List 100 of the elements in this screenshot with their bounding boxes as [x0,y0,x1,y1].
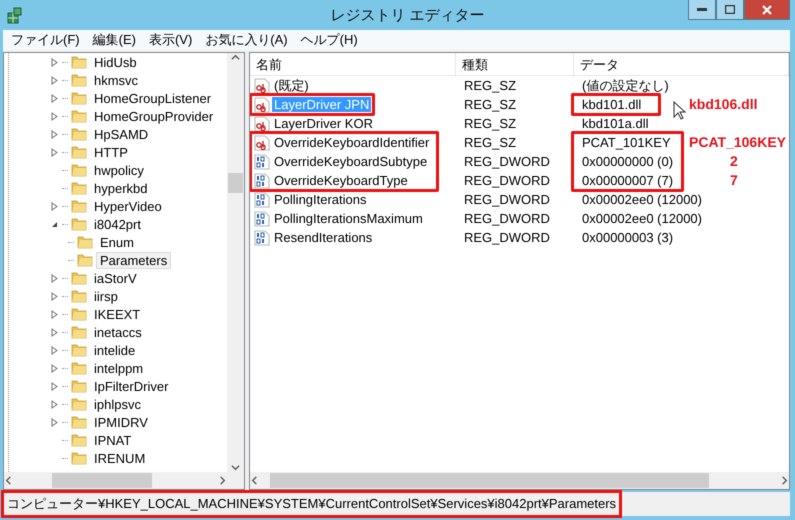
tree-item[interactable]: iphlpsvc [90,396,145,412]
horizontal-scrollbar[interactable] [4,472,227,489]
value-type: REG_SZ [464,78,516,93]
scroll-up-icon[interactable] [231,53,240,62]
value-data: (値の設定なし) [582,76,669,94]
binary-value-icon [254,230,270,246]
folder-icon [77,252,93,268]
maximize-button[interactable] [716,0,744,20]
close-button[interactable] [744,0,790,20]
folder-icon [77,234,93,250]
menu-item[interactable]: ファイル(F) [7,31,89,49]
column-header[interactable]: データ [574,53,789,77]
annotation-text: 2 [730,153,738,169]
expand-arrow-icon[interactable] [50,202,58,210]
tree-item[interactable]: hyperkbd [90,180,152,196]
tree-item[interactable]: Enum [96,234,138,250]
value-name[interactable]: OverrideKeyboardIdentifier [272,135,432,150]
value-type: REG_DWORD [464,192,550,207]
tree-item[interactable]: HTTP [90,144,132,160]
tree-item[interactable]: HomeGroupListener [90,90,216,106]
string-value-icon [254,78,270,94]
value-type: REG_DWORD [464,154,550,169]
value-type: REG_SZ [464,116,516,131]
tree-item[interactable]: inetaccs [90,324,146,340]
tree-item[interactable]: hwpolicy [90,162,148,178]
tree-item[interactable]: IKEEXT [90,306,144,322]
tree-item[interactable]: HidUsb [90,54,141,70]
column-header[interactable]: 種類 [456,53,574,77]
minimize-button[interactable] [688,0,716,20]
tree-item[interactable]: IpFilterDriver [90,378,172,394]
window-title: レジストリ エディター [330,6,485,24]
value-name[interactable]: (既定) [272,76,311,94]
tree-item[interactable]: hkmsvc [90,72,142,88]
folder-icon [71,432,87,448]
menu-item[interactable]: 表示(V) [144,31,202,49]
expand-arrow-icon[interactable] [50,112,58,120]
expand-arrow-icon[interactable] [50,364,58,372]
folder-icon [71,288,87,304]
scroll-left-icon[interactable] [4,476,13,485]
annotation-text: 7 [730,172,738,188]
tree-item[interactable]: Parameters [96,252,172,268]
expand-arrow-icon[interactable] [50,328,58,336]
folder-icon [71,270,87,286]
expand-arrow-icon[interactable] [50,382,58,390]
tree-item[interactable]: HpSAMD [90,126,152,142]
folder-icon [71,342,87,358]
value-name[interactable]: PollingIterationsMaximum [272,211,425,226]
column-header[interactable]: 名前 [250,53,456,77]
annotation-text: kbd106.dll [689,96,758,112]
menu-item[interactable]: 編集(E) [88,31,145,49]
expand-arrow-icon[interactable] [50,418,58,426]
scroll-right-icon[interactable] [780,476,789,485]
expand-arrow-icon[interactable] [50,310,58,318]
tree-item[interactable]: IRENUM [90,450,150,466]
tree-item[interactable]: i8042prt [90,216,145,232]
value-name[interactable]: LayerDriver KOR [272,116,375,131]
expand-arrow-icon[interactable] [50,274,58,282]
value-name[interactable]: OverrideKeyboardSubtype [272,154,430,169]
tree-item[interactable]: HomeGroupProvider [90,108,218,124]
folder-icon [71,162,87,178]
vertical-scrollbar[interactable] [227,53,244,472]
expand-arrow-icon[interactable] [50,148,58,156]
tree-item[interactable]: iaStorV [90,270,141,286]
tree-item[interactable]: IPMIDRV [90,414,152,430]
binary-value-icon [254,192,270,208]
value-data: 0x00002ee0 (12000) [582,211,702,226]
scroll-right-icon[interactable] [218,476,227,485]
scrollbar-thumb[interactable] [270,473,709,488]
tree-item[interactable]: iirsp [90,288,122,304]
expand-arrow-icon[interactable] [50,346,58,354]
close-icon [762,4,772,14]
value-type: REG_SZ [464,97,516,112]
folder-icon [71,180,87,196]
value-name[interactable]: ResendIterations [272,230,374,245]
menu-item[interactable]: お気に入り(A) [201,31,297,49]
tree-item[interactable]: HyperVideo [90,198,166,214]
value-data: 0x00000007 (7) [582,173,674,188]
scroll-down-icon[interactable] [231,463,240,472]
expand-arrow-icon[interactable] [50,76,58,84]
collapse-arrow-icon[interactable] [50,220,58,228]
string-value-icon [254,134,270,150]
value-name[interactable]: PollingIterations [272,192,368,207]
value-name[interactable]: OverrideKeyboardType [272,173,410,188]
tree-item[interactable]: intelide [90,342,140,358]
menu-item[interactable]: ヘルプ(H) [296,31,367,49]
tree-item[interactable]: intelppm [90,360,148,376]
mouse-cursor-icon [673,101,687,121]
scrollbar-thumb[interactable] [52,473,152,488]
expand-arrow-icon[interactable] [50,400,58,408]
expand-arrow-icon[interactable] [50,58,58,66]
folder-icon [71,324,87,340]
expand-arrow-icon[interactable] [50,292,58,300]
expand-arrow-icon[interactable] [50,130,58,138]
horizontal-scrollbar[interactable] [250,472,789,489]
folder-icon [71,396,87,412]
expand-arrow-icon[interactable] [50,94,58,102]
folder-icon [71,450,87,466]
tree-item[interactable]: IPNAT [90,432,136,448]
scroll-left-icon[interactable] [250,476,259,485]
scrollbar-thumb[interactable] [228,173,243,193]
